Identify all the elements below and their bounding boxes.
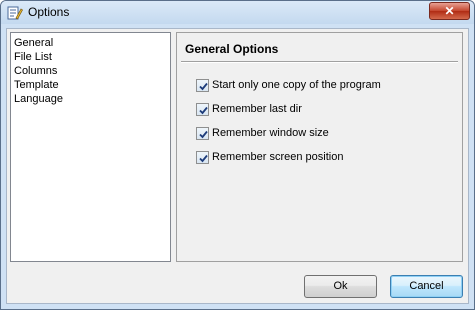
close-icon: ✕ <box>444 4 455 18</box>
remember-last-dir-checkbox[interactable] <box>196 103 209 116</box>
panel-title: General Options <box>185 42 279 56</box>
checkmark-icon <box>199 154 208 163</box>
panel-divider <box>181 61 458 63</box>
category-item-columns[interactable]: Columns <box>14 64 57 78</box>
remember-screen-position-checkbox[interactable] <box>196 151 209 164</box>
cancel-button[interactable]: Cancel <box>390 275 463 298</box>
ok-button[interactable]: Ok <box>304 275 377 298</box>
category-item-language[interactable]: Language <box>14 92 63 106</box>
general-options-panel: General Options Start only one copy of t… <box>176 32 463 262</box>
checkmark-icon <box>199 130 208 139</box>
single-instance-label: Start only one copy of the program <box>212 79 381 91</box>
category-item-template[interactable]: Template <box>14 78 59 92</box>
remember-screen-position-label: Remember screen position <box>212 151 344 163</box>
category-item-general[interactable]: General <box>14 36 53 50</box>
remember-last-dir-label: Remember last dir <box>212 103 302 115</box>
checkmark-icon <box>199 82 208 91</box>
remember-window-size-label: Remember window size <box>212 127 329 139</box>
window-title: Options <box>28 5 70 19</box>
remember-window-size-checkbox[interactable] <box>196 127 209 140</box>
title-bar[interactable]: Options ✕ <box>1 1 474 24</box>
checkmark-icon <box>199 106 208 115</box>
options-app-icon <box>7 5 23 21</box>
category-list[interactable]: General File List Columns Template Langu… <box>10 32 171 262</box>
dialog-client-area: General File List Columns Template Langu… <box>6 28 469 304</box>
single-instance-checkbox[interactable] <box>196 79 209 92</box>
category-item-file-list[interactable]: File List <box>14 50 52 64</box>
options-dialog: Options ✕ General File List Columns Temp… <box>0 0 475 310</box>
close-button[interactable]: ✕ <box>429 2 470 20</box>
